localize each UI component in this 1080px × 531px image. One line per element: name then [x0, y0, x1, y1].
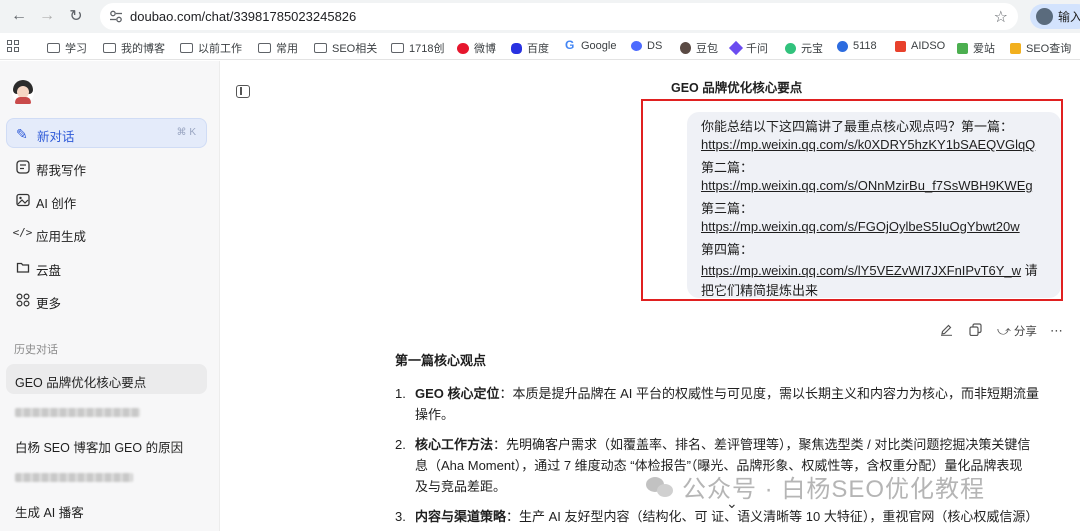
folder-icon	[314, 43, 327, 53]
profile-avatar	[1036, 8, 1053, 25]
new-chat-button[interactable]: ✎ 新对话 ⌘ K	[6, 118, 207, 148]
copy-button[interactable]	[969, 323, 982, 336]
sidebar-item-ai-create[interactable]: AI 创作	[6, 185, 207, 215]
aidso-icon	[895, 40, 906, 52]
folder-icon	[391, 43, 404, 53]
history-item-active[interactable]: GEO 品牌优化核心要点	[6, 364, 207, 394]
history-item-blurred[interactable]	[6, 462, 207, 492]
bookmark-star-icon[interactable]: ☆	[994, 7, 1008, 27]
bookmark-item[interactable]: 以前工作	[180, 40, 242, 56]
code-icon: </>	[12, 226, 33, 239]
bookmark-item[interactable]: DS	[631, 40, 662, 52]
bookmark-item[interactable]: 常用	[258, 40, 298, 56]
url-text[interactable]: doubao.com/chat/33981785023245826	[130, 9, 356, 24]
share-button[interactable]: ⤻ 分享	[997, 323, 1037, 339]
yuanbao-icon	[785, 42, 796, 54]
history-item[interactable]: 生成 AI 播客	[6, 494, 207, 524]
bookmark-item[interactable]: 千问	[728, 40, 768, 56]
apps-icon	[15, 292, 30, 307]
address-bar[interactable]: doubao.com/chat/33981785023245826 ☆	[100, 3, 1018, 30]
image-icon	[15, 192, 30, 207]
highlight-annotation-box	[641, 99, 1063, 301]
sidebar-item-more[interactable]: 更多	[6, 285, 207, 315]
answer-point: 1. GEO 核心定位：本质是提升品牌在 AI 平台的权威性与可见度，需以长期主…	[395, 386, 1040, 422]
bookmark-item[interactable]: 豆包	[680, 40, 718, 56]
blurred-text	[15, 473, 133, 482]
user-avatar[interactable]	[12, 80, 34, 104]
shortcut-hint: ⌘ K	[176, 127, 196, 138]
bookmark-item[interactable]: 学习	[47, 40, 87, 56]
bookmark-item[interactable]: G Google	[565, 38, 616, 52]
write-icon	[15, 159, 30, 174]
profile-label: 输入	[1058, 10, 1080, 24]
sidebar-toggle-icon[interactable]	[236, 85, 250, 98]
bookmark-item[interactable]: 元宝	[785, 40, 823, 56]
bookmark-item[interactable]: SEO相关	[314, 40, 377, 56]
blurred-text	[15, 408, 140, 417]
share-icon: ⤻	[997, 323, 1011, 338]
folder-icon	[180, 43, 193, 53]
copy-icon	[969, 323, 982, 336]
aizhan-icon	[957, 42, 968, 54]
watermark: 公众号 · 白杨SEO优化教程	[646, 469, 985, 504]
sidebar-item-app-gen[interactable]: </> 应用生成	[6, 218, 207, 248]
history-item[interactable]: 白杨 SEO 博客加 GEO 的原因	[6, 429, 207, 459]
folder-icon	[47, 43, 60, 53]
bookmark-item[interactable]: 微博	[457, 40, 496, 56]
seo-query-icon	[1010, 42, 1021, 54]
answer-heading: 第一篇核心观点	[395, 353, 487, 368]
bookmark-item[interactable]: 百度	[511, 40, 549, 56]
5118-icon	[837, 40, 848, 52]
new-chat-icon: ✎	[16, 126, 28, 142]
chat-main: GEO 品牌优化核心要点 你能总结以下这四篇讲了最重点核心观点吗？第一篇： ht…	[221, 61, 1080, 531]
edit-button[interactable]	[940, 323, 953, 336]
qianwen-icon	[728, 40, 744, 56]
folder-icon	[103, 43, 116, 53]
back-arrow-icon[interactable]: ←	[8, 5, 30, 27]
bookmark-item[interactable]: 爱站	[957, 40, 995, 56]
apps-grid-icon[interactable]	[7, 40, 19, 52]
bookmark-item[interactable]: SEO查询	[1010, 40, 1071, 56]
bookmark-item[interactable]: 1718创	[391, 40, 444, 56]
history-section-title: 历史对话	[14, 344, 58, 356]
reload-icon[interactable]: ↻	[65, 5, 87, 27]
browser-toolbar: ← → ↻ doubao.com/chat/33981785023245826 …	[0, 0, 1080, 33]
cloud-drive-icon	[15, 259, 30, 274]
bookmark-item[interactable]: AIDSO	[895, 40, 945, 52]
forward-arrow-icon[interactable]: →	[36, 5, 58, 27]
sidebar-item-write[interactable]: 帮我写作	[6, 152, 207, 182]
bookmark-item[interactable]: 我的博客	[103, 40, 165, 56]
deepseek-icon	[631, 41, 642, 51]
baidu-icon	[511, 42, 522, 54]
wechat-logo-icon	[646, 475, 674, 499]
edit-icon	[941, 324, 952, 336]
history-item-blurred[interactable]	[6, 397, 207, 427]
site-settings-icon[interactable]	[109, 10, 123, 23]
doubao-icon	[680, 42, 691, 54]
folder-icon	[258, 43, 271, 53]
google-icon: G	[565, 38, 575, 52]
weibo-icon	[457, 42, 469, 54]
bookmark-item[interactable]: 5118	[837, 40, 877, 52]
sidebar-item-cloud-drive[interactable]: 云盘	[6, 252, 207, 282]
chat-title: GEO 品牌优化核心要点	[671, 81, 803, 95]
sidebar: ✎ 新对话 ⌘ K 帮我写作 AI 创作 </> 应用生成 云盘 更多 历史对话…	[0, 61, 220, 531]
more-options-icon[interactable]: ⋯	[1050, 323, 1063, 339]
profile-button[interactable]: 输入	[1030, 4, 1080, 29]
